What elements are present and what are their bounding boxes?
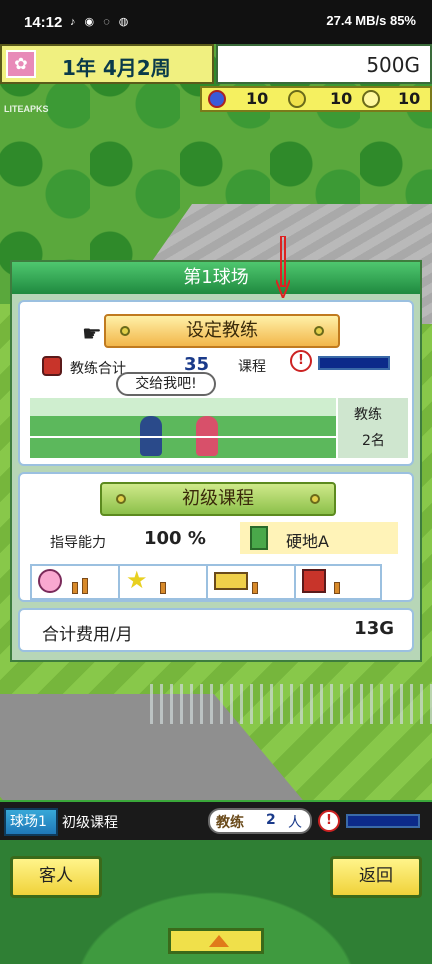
level-bar	[72, 582, 78, 594]
coach-total-label: 教练合计	[70, 361, 126, 377]
coach-player-figure	[196, 416, 218, 456]
game-date: 1年 4月2周	[62, 56, 171, 80]
button-dot-icon	[314, 326, 324, 336]
popularity-value: 10	[246, 89, 269, 108]
cost-card: 合计费用/月 13G	[18, 608, 414, 652]
level-bar	[252, 582, 258, 594]
set-coach-button[interactable]: 设定教练	[104, 314, 340, 348]
money-amount: 500G	[366, 53, 420, 77]
notification-icons: ♪ ◉ ◌ ◍	[70, 16, 132, 28]
ball-icon	[288, 90, 306, 108]
level-bar	[334, 582, 340, 594]
clock: 14:12	[24, 14, 63, 31]
alert-icon: !	[318, 810, 340, 832]
date-display[interactable]: ✿ 1年 4月2周	[0, 44, 214, 84]
current-course: 初级课程	[62, 815, 118, 831]
system-status: 27.4 MB/s 85%	[326, 13, 416, 28]
attribute-cell	[32, 566, 120, 598]
coach-title: 教练	[354, 407, 382, 423]
coach-count-box: 教练 2名	[338, 398, 408, 458]
alert-icon: !	[290, 350, 312, 372]
hard-court-icon	[250, 526, 268, 550]
coach-tag-label: 教练	[216, 815, 244, 831]
coach-count: 2名	[362, 433, 385, 449]
stats-bar: 10 10 10	[200, 86, 432, 112]
experience-icon	[214, 572, 248, 590]
ability-value: 100 %	[144, 528, 206, 549]
court-type-box: 硬地A	[240, 522, 398, 554]
status-bar: 14:12 ♪ ◉ ◌ ◍ 27.4 MB/s 85%	[0, 0, 432, 44]
idea-bulb-icon	[362, 90, 380, 108]
court-tag: 球场1	[4, 808, 58, 836]
idea-value: 10	[398, 89, 421, 108]
cost-value: 13G	[354, 618, 394, 639]
back-button[interactable]: 返回	[330, 856, 422, 898]
attribute-cell	[208, 566, 296, 598]
level-bar	[82, 578, 88, 594]
smile-face-icon	[38, 569, 62, 593]
guest-button[interactable]: 客人	[10, 856, 102, 898]
course-meter	[346, 814, 420, 828]
attribute-row: ★	[30, 564, 382, 600]
expand-up-button[interactable]	[168, 928, 264, 954]
panel-title: 第1球场	[12, 262, 420, 294]
attribute-cell	[296, 566, 380, 598]
coach-count-tag: 教练 2 人	[208, 808, 312, 834]
popularity-icon	[208, 90, 226, 108]
court-illustration	[30, 398, 336, 458]
course-label: 课程	[238, 359, 266, 375]
coach-player-figure	[140, 416, 162, 456]
info-bar: 球场1 初级课程 教练 2 人 !	[0, 800, 432, 840]
attribute-cell: ★	[120, 566, 208, 598]
course-card: 初级课程 指导能力 100 % 硬地A ★	[18, 472, 414, 602]
cost-label: 合计费用/月	[42, 625, 133, 645]
button-dot-icon	[310, 494, 320, 504]
button-dot-icon	[116, 494, 126, 504]
ability-label: 指导能力	[50, 535, 106, 551]
red-arrow-icon	[276, 236, 290, 298]
watermark-logo: LITEAPKS	[4, 104, 49, 114]
ball-value: 10	[330, 89, 353, 108]
court-panel: 第1球场 ☛ 设定教练 教练合计 35 课程 ! 交给我吧! 教练 2名 初级课…	[10, 260, 422, 662]
level-bar	[160, 582, 166, 594]
shoe-icon	[42, 356, 62, 376]
money-display: 500G	[216, 44, 432, 84]
coach-tag-unit: 人	[288, 815, 302, 831]
season-flower-icon: ✿	[6, 50, 36, 78]
course-button[interactable]: 初级课程	[100, 482, 336, 516]
shoe-icon	[302, 569, 326, 593]
star-icon: ★	[126, 566, 148, 594]
coach-card: ☛ 设定教练 教练合计 35 课程 ! 交给我吧! 教练 2名	[18, 300, 414, 466]
court-type: 硬地A	[286, 532, 329, 551]
fence	[150, 684, 432, 724]
bottom-controls: 客人 返回	[0, 840, 432, 964]
course-meter	[318, 356, 390, 370]
speech-bubble: 交给我吧!	[116, 372, 216, 396]
button-dot-icon	[120, 326, 130, 336]
coach-tag-count: 2	[266, 812, 276, 828]
pointing-hand-icon: ☛	[82, 322, 102, 347]
